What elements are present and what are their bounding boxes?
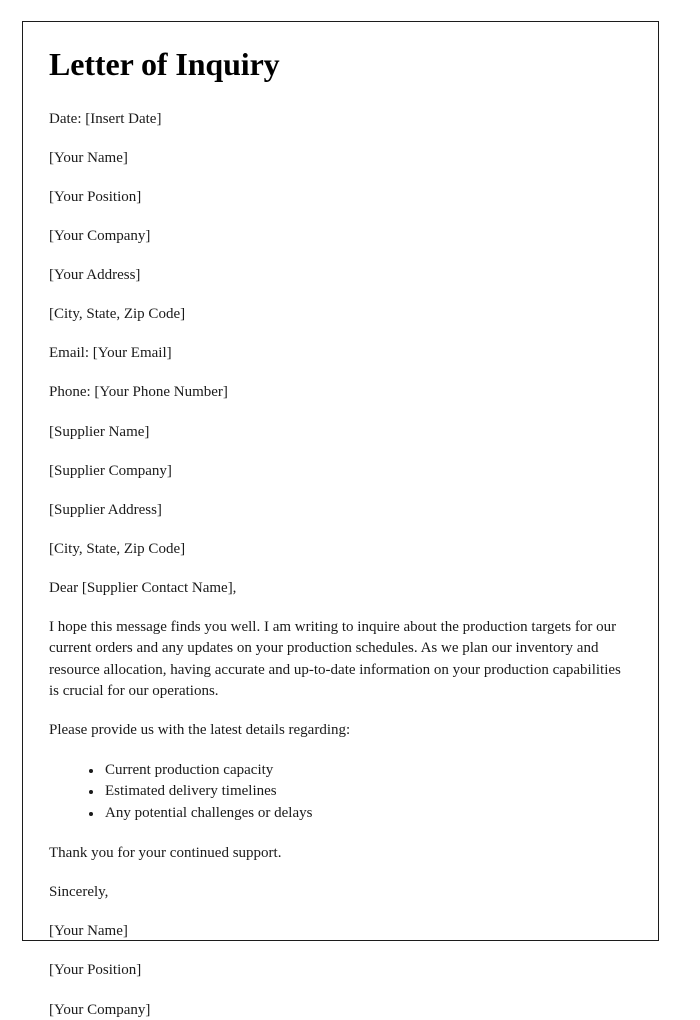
sender-email: Email: [Your Email] — [49, 345, 172, 362]
recipient-city-state-zip: [City, State, Zip Code] — [49, 540, 186, 557]
signature-company: [Your Company] — [49, 1001, 151, 1018]
request-list: Current production capacity Estimated de… — [49, 760, 630, 826]
document-content: Letter of Inquiry Date: [Insert Date] [Y… — [23, 22, 658, 1020]
sender-city-state-zip: [City, State, Zip Code] — [49, 306, 186, 323]
sender-phone: Phone: [Your Phone Number] — [49, 384, 228, 401]
sender-name: [Your Name] — [49, 149, 128, 166]
list-item: Current production capacity — [89, 760, 630, 782]
document-page: Letter of Inquiry Date: [Insert Date] [Y… — [22, 21, 659, 1018]
body-paragraph: I hope this message finds you well. I am… — [49, 619, 621, 699]
closing-line: Sincerely, — [49, 884, 109, 901]
thanks-line: Thank you for your continued support. — [49, 845, 282, 862]
sender-company: [Your Company] — [49, 228, 151, 245]
date-line: Date: [Insert Date] — [49, 110, 162, 127]
recipient-name: [Supplier Name] — [49, 423, 150, 440]
salutation: Dear [Supplier Contact Name], — [49, 579, 237, 596]
signature-position: [Your Position] — [49, 962, 142, 979]
sender-position: [Your Position] — [49, 189, 142, 206]
request-intro: Please provide us with the latest detail… — [49, 722, 351, 739]
list-item: Estimated delivery timelines — [89, 781, 630, 803]
list-item: Any potential challenges or delays — [89, 803, 630, 825]
sender-address: [Your Address] — [49, 267, 141, 284]
page-title: Letter of Inquiry — [49, 46, 280, 82]
recipient-company: [Supplier Company] — [49, 462, 172, 479]
recipient-address: [Supplier Address] — [49, 501, 162, 518]
signature-name: [Your Name] — [49, 923, 128, 940]
